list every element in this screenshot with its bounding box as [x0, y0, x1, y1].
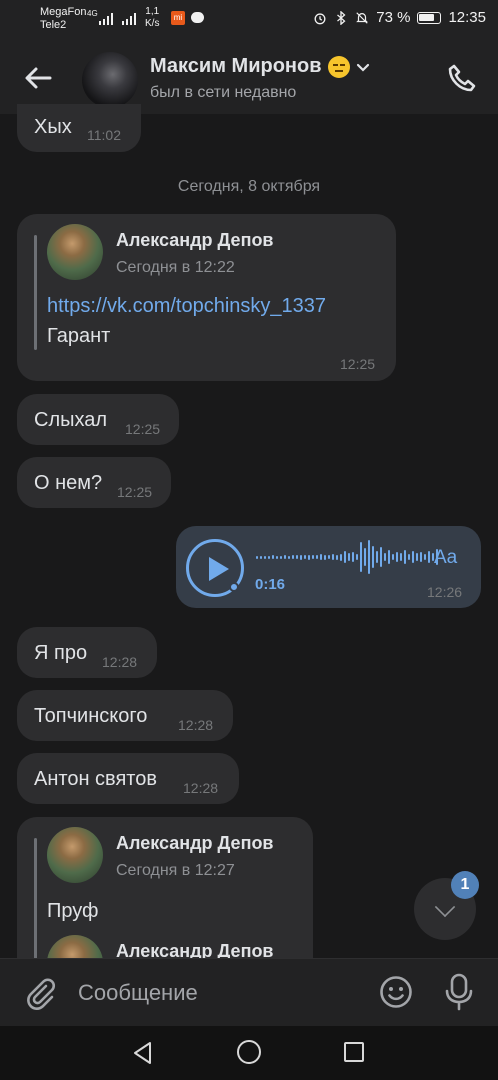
quote-line [34, 838, 37, 978]
message-bubble[interactable]: Антон святов 12:28 [17, 753, 239, 804]
forward-author-name[interactable]: Александр Депов [116, 230, 274, 251]
status-bar: MegaFon Tele2 4G 1,1 K/s mi 73 % 12:35 [0, 0, 498, 40]
message-text: О нем? [34, 472, 103, 494]
contact-status: был в сети недавно [150, 84, 297, 101]
forward-author-avatar[interactable] [47, 224, 103, 280]
clock: 12:35 [448, 9, 486, 26]
message-text: Пруф [47, 900, 99, 922]
voice-waveform[interactable] [256, 538, 438, 576]
message-text: Я про [34, 642, 88, 664]
message-bubble[interactable]: Хых 11:02 [17, 104, 141, 152]
message-input[interactable] [78, 971, 358, 1015]
message-bubble[interactable]: Слыхал 12:25 [17, 394, 179, 445]
message-link[interactable]: https://vk.com/topchinsky_1337 [47, 295, 326, 318]
network-type: 4G [87, 9, 98, 18]
chat-header: Максим Миронов был в сети недавно [0, 40, 498, 114]
message-time: 12:25 [340, 356, 376, 372]
system-nav-bar [0, 1026, 498, 1080]
smile-icon[interactable] [379, 975, 413, 1009]
battery-percent: 73 % [376, 9, 411, 26]
message-time: 12:28 [102, 654, 138, 670]
message-time: 11:02 [87, 127, 121, 143]
paperclip-icon[interactable] [22, 975, 58, 1011]
speed-unit: K/s [145, 18, 160, 29]
message-time: 12:25 [125, 421, 161, 437]
phone-icon[interactable] [446, 62, 478, 94]
message-text: Антон святов [34, 768, 157, 790]
chat-notification-icon [191, 12, 204, 23]
message-bubble[interactable]: Я про 12:28 [17, 627, 157, 678]
unplayed-dot-icon [229, 582, 239, 592]
message-time: 12:28 [183, 780, 219, 796]
carrier-tele2: Tele2 [40, 19, 67, 31]
speed-value: 1,1 [145, 6, 160, 17]
status-right: 73 % 12:35 [313, 9, 486, 26]
battery-icon [417, 11, 442, 24]
mute-icon [356, 11, 369, 24]
contact-name-text: Максим Миронов [150, 55, 322, 77]
forwarded-message-bubble[interactable]: Александр Депов Сегодня в 12:22 https://… [17, 214, 396, 381]
date-separator: Сегодня, 8 октября [177, 178, 321, 195]
forward-author-avatar[interactable] [47, 827, 103, 883]
message-composer [0, 958, 498, 1026]
message-bubble[interactable]: Топчинского 12:28 [17, 690, 233, 741]
arrow-left-icon[interactable] [22, 62, 54, 94]
carrier-labels: MegaFon Tele2 [40, 6, 86, 32]
message-time: 12:26 [427, 584, 463, 600]
message-text: Гарант [47, 325, 111, 347]
nav-recents-icon[interactable] [344, 1042, 364, 1062]
message-time: 12:28 [178, 717, 214, 733]
quote-line [34, 235, 37, 350]
message-time: 12:25 [117, 484, 153, 500]
forward-time: Сегодня в 12:22 [116, 259, 235, 276]
forward-time: Сегодня в 12:27 [116, 862, 235, 879]
alarm-icon [314, 12, 326, 24]
carrier-megafon: MegaFon [40, 6, 87, 18]
expressionless-emoji-icon [327, 55, 350, 78]
signal-icon [99, 11, 113, 25]
forward-author-name[interactable]: Александр Депов [116, 833, 274, 854]
message-text: Слыхал [34, 409, 108, 431]
message-bubble[interactable]: О нем? 12:25 [17, 457, 171, 508]
chevron-down-icon [434, 896, 456, 918]
transcribe-button[interactable]: Aa [434, 547, 457, 569]
message-text: Топчинского [34, 705, 148, 727]
microphone-icon[interactable] [443, 973, 475, 1011]
voice-duration: 0:16 [255, 576, 286, 593]
network-speed: 1,1 K/s [145, 6, 159, 30]
nav-back-icon[interactable] [130, 1040, 156, 1066]
contact-avatar[interactable] [82, 52, 138, 108]
unread-badge: 1 [451, 871, 479, 899]
chevron-down-icon[interactable] [356, 60, 370, 74]
nav-home-icon[interactable] [237, 1040, 261, 1064]
forwarded-message-bubble[interactable]: Александр Депов Сегодня в 12:27 Пруф Але… [17, 817, 313, 991]
mi-app-icon: mi [171, 11, 185, 25]
contact-name[interactable]: Максим Миронов [150, 55, 370, 78]
message-text: Хых [34, 116, 72, 138]
signal-icon-2 [122, 11, 136, 25]
bluetooth-icon [337, 10, 346, 25]
